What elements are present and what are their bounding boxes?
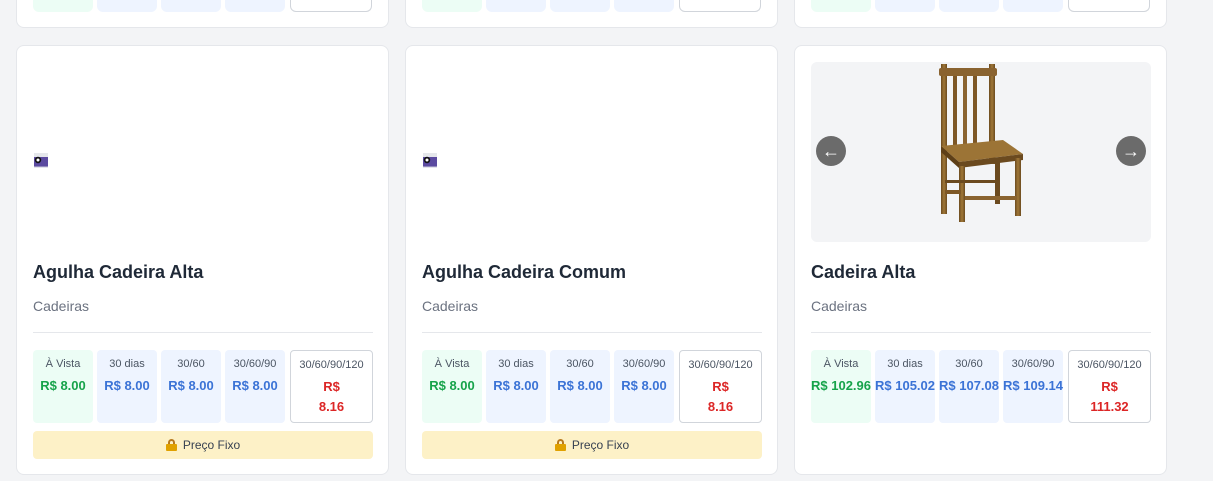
product-card[interactable]: Agulha Cadeira Alta Cadeiras À Vista R$ … xyxy=(16,45,389,475)
product-card[interactable]: ← → Cadeira Alta Cadeiras À Vista R$ 102… xyxy=(794,45,1167,475)
price-table: À Vista R$ 102.96 30 dias R$ 105.02 30/6… xyxy=(811,350,1151,423)
price-label: 30 dias xyxy=(109,358,145,370)
price-option: 30/60/90/120 R$ 8.16 xyxy=(290,350,373,423)
price-label: À Vista xyxy=(434,358,470,370)
product-card[interactable]: Agulha Cadeira Comum Cadeiras À Vista R$… xyxy=(405,45,778,475)
price-option: 30/60 R$ 8.00 xyxy=(550,350,610,423)
product-name: Agulha Cadeira Alta xyxy=(33,262,204,282)
product-category: Cadeiras xyxy=(33,298,90,314)
price-option: À Vista R$ 8.00 xyxy=(422,350,482,423)
carousel-prev-button[interactable]: ← xyxy=(816,136,846,166)
broken-image-icon xyxy=(34,153,48,168)
prev-price-cell xyxy=(422,0,482,12)
prev-price-cell xyxy=(161,0,221,12)
price-label: 30/60/90 xyxy=(1011,358,1055,370)
price-label: 30/60 xyxy=(566,358,594,370)
divider xyxy=(422,332,762,333)
price-value: R$ 8.00 xyxy=(232,378,278,393)
prev-price-cell xyxy=(486,0,546,12)
price-label: 30/60/90/120 xyxy=(299,359,364,371)
carousel-next-button[interactable]: → xyxy=(1116,136,1146,166)
prev-price-cell xyxy=(550,0,610,12)
prev-price-cell xyxy=(939,0,999,12)
fixed-price-badge: Preço Fixo xyxy=(422,431,762,459)
price-table: À Vista R$ 8.00 30 dias R$ 8.00 30/60 R$… xyxy=(422,350,762,423)
price-value: R$ 102.96 xyxy=(811,378,871,393)
wooden-chair-image xyxy=(939,64,1023,222)
price-label: 30/60 xyxy=(177,358,205,370)
price-value: R$ 8.00 xyxy=(621,378,667,393)
divider xyxy=(811,332,1151,333)
price-value: R$ 8.00 xyxy=(40,378,86,393)
lock-icon xyxy=(554,439,566,451)
price-table: À Vista R$ 8.00 30 dias R$ 8.00 30/60 R$… xyxy=(33,350,373,423)
price-value: R$ 105.02 xyxy=(875,378,935,393)
price-value: R$ 109.14 xyxy=(1003,378,1063,393)
price-option: 30/60/90 R$ 8.00 xyxy=(225,350,285,423)
price-option: 30/60/90 R$ 109.14 xyxy=(1003,350,1063,423)
fixed-price-label: Preço Fixo xyxy=(571,438,630,452)
broken-image-icon xyxy=(423,153,437,168)
price-label: À Vista xyxy=(45,358,81,370)
price-option: 30 dias R$ 8.00 xyxy=(97,350,157,423)
product-category: Cadeiras xyxy=(422,298,479,314)
divider xyxy=(33,332,373,333)
price-value: R$ 8.00 xyxy=(557,378,603,393)
price-value: R$ 8.16 xyxy=(707,379,734,414)
prev-price-cell xyxy=(97,0,157,12)
prev-price-cell xyxy=(33,0,93,12)
prev-price-cell xyxy=(1068,0,1150,12)
price-option: 30/60/90 R$ 8.00 xyxy=(614,350,674,423)
product-image-carousel[interactable]: ← → xyxy=(811,62,1151,242)
price-value: R$ 8.00 xyxy=(104,378,150,393)
price-value: R$ 8.00 xyxy=(429,378,475,393)
price-value: R$ 111.32 xyxy=(1090,379,1129,414)
product-image-area[interactable] xyxy=(33,62,373,242)
price-label: 30/60/90/120 xyxy=(688,359,753,371)
product-name: Cadeira Alta xyxy=(811,262,916,282)
price-option: À Vista R$ 102.96 xyxy=(811,350,871,423)
price-label: 30/60/90 xyxy=(233,358,277,370)
price-option: 30/60 R$ 107.08 xyxy=(939,350,999,423)
lock-icon xyxy=(165,439,177,451)
price-option: 30 dias R$ 8.00 xyxy=(486,350,546,423)
prev-price-cell xyxy=(679,0,761,12)
price-label: 30/60/90/120 xyxy=(1077,359,1142,371)
price-option: 30 dias R$ 105.02 xyxy=(875,350,935,423)
price-value: R$ 8.00 xyxy=(493,378,539,393)
prev-price-cell xyxy=(614,0,674,12)
product-image-area[interactable] xyxy=(422,62,762,242)
price-label: 30 dias xyxy=(887,358,923,370)
prev-price-cell xyxy=(875,0,935,12)
fixed-price-badge: Preço Fixo xyxy=(33,431,373,459)
price-option: 30/60/90/120 R$ 111.32 xyxy=(1068,350,1151,423)
prev-price-cell xyxy=(811,0,871,12)
price-option: 30/60 R$ 8.00 xyxy=(161,350,221,423)
price-option: À Vista R$ 8.00 xyxy=(33,350,93,423)
product-category: Cadeiras xyxy=(811,298,868,314)
product-name: Agulha Cadeira Comum xyxy=(422,262,627,282)
prev-price-cell xyxy=(290,0,372,12)
price-option: 30/60/90/120 R$ 8.16 xyxy=(679,350,762,423)
price-label: 30/60/90 xyxy=(622,358,666,370)
fixed-price-label: Preço Fixo xyxy=(182,438,241,452)
price-value: R$ 8.16 xyxy=(318,379,345,414)
price-label: 30 dias xyxy=(498,358,534,370)
price-value: R$ 107.08 xyxy=(939,378,999,393)
price-value: R$ 8.00 xyxy=(168,378,214,393)
price-label: À Vista xyxy=(823,358,859,370)
prev-price-cell xyxy=(1003,0,1063,12)
prev-price-cell xyxy=(225,0,285,12)
price-label: 30/60 xyxy=(955,358,983,370)
